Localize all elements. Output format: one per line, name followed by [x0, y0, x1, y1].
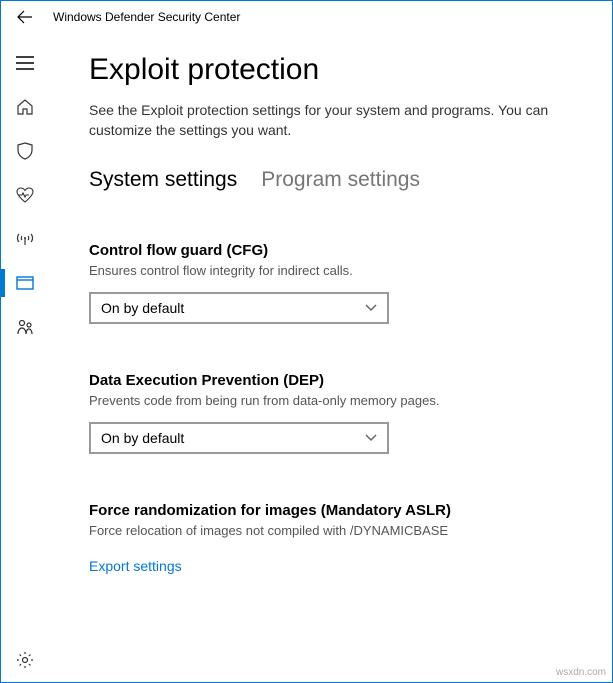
setting-dep-desc: Prevents code from being run from data-o…	[89, 393, 572, 408]
sidebar-item-firewall[interactable]	[1, 217, 49, 261]
hamburger-button[interactable]	[1, 41, 49, 85]
sidebar-item-settings[interactable]	[1, 638, 49, 682]
setting-aslr-desc: Force relocation of images not compiled …	[89, 523, 572, 538]
family-icon	[16, 319, 34, 335]
heart-icon	[16, 187, 34, 203]
hamburger-icon	[16, 56, 34, 70]
window-icon	[16, 276, 34, 290]
content: Exploit protection See the Exploit prote…	[49, 33, 612, 682]
chevron-down-icon	[365, 434, 377, 442]
setting-aslr: Force randomization for images (Mandator…	[89, 502, 572, 538]
sidebar-item-health[interactable]	[1, 173, 49, 217]
tabs: System settings Program settings	[89, 168, 572, 192]
setting-dep-select[interactable]: On by default	[89, 422, 389, 454]
setting-cfg-title: Control flow guard (CFG)	[89, 242, 572, 259]
setting-dep-title: Data Execution Prevention (DEP)	[89, 372, 572, 389]
tab-program-settings[interactable]: Program settings	[261, 168, 420, 192]
page-heading: Exploit protection	[89, 53, 572, 87]
arrow-left-icon	[17, 9, 33, 25]
chevron-down-icon	[365, 304, 377, 312]
sidebar	[1, 33, 49, 682]
gear-icon	[16, 651, 34, 669]
setting-dep: Data Execution Prevention (DEP) Prevents…	[89, 372, 572, 454]
setting-aslr-title: Force randomization for images (Mandator…	[89, 502, 572, 519]
home-icon	[16, 98, 34, 116]
titlebar: Windows Defender Security Center	[1, 1, 612, 33]
setting-cfg-desc: Ensures control flow integrity for indir…	[89, 263, 572, 278]
app-title: Windows Defender Security Center	[53, 10, 240, 24]
sidebar-item-family[interactable]	[1, 305, 49, 349]
setting-cfg: Control flow guard (CFG) Ensures control…	[89, 242, 572, 324]
watermark: wsxdn.com	[556, 667, 606, 678]
layout: Exploit protection See the Exploit prote…	[1, 33, 612, 682]
sidebar-item-virus[interactable]	[1, 129, 49, 173]
antenna-icon	[16, 231, 34, 247]
setting-dep-value: On by default	[101, 430, 184, 446]
setting-cfg-value: On by default	[101, 300, 184, 316]
sidebar-item-app-browser[interactable]	[1, 261, 49, 305]
sidebar-item-home[interactable]	[1, 85, 49, 129]
page-description: See the Exploit protection settings for …	[89, 101, 549, 140]
back-button[interactable]	[9, 1, 41, 33]
export-settings-link[interactable]: Export settings	[89, 558, 182, 574]
setting-cfg-select[interactable]: On by default	[89, 292, 389, 324]
tab-system-settings[interactable]: System settings	[89, 168, 237, 192]
shield-icon	[17, 142, 33, 160]
